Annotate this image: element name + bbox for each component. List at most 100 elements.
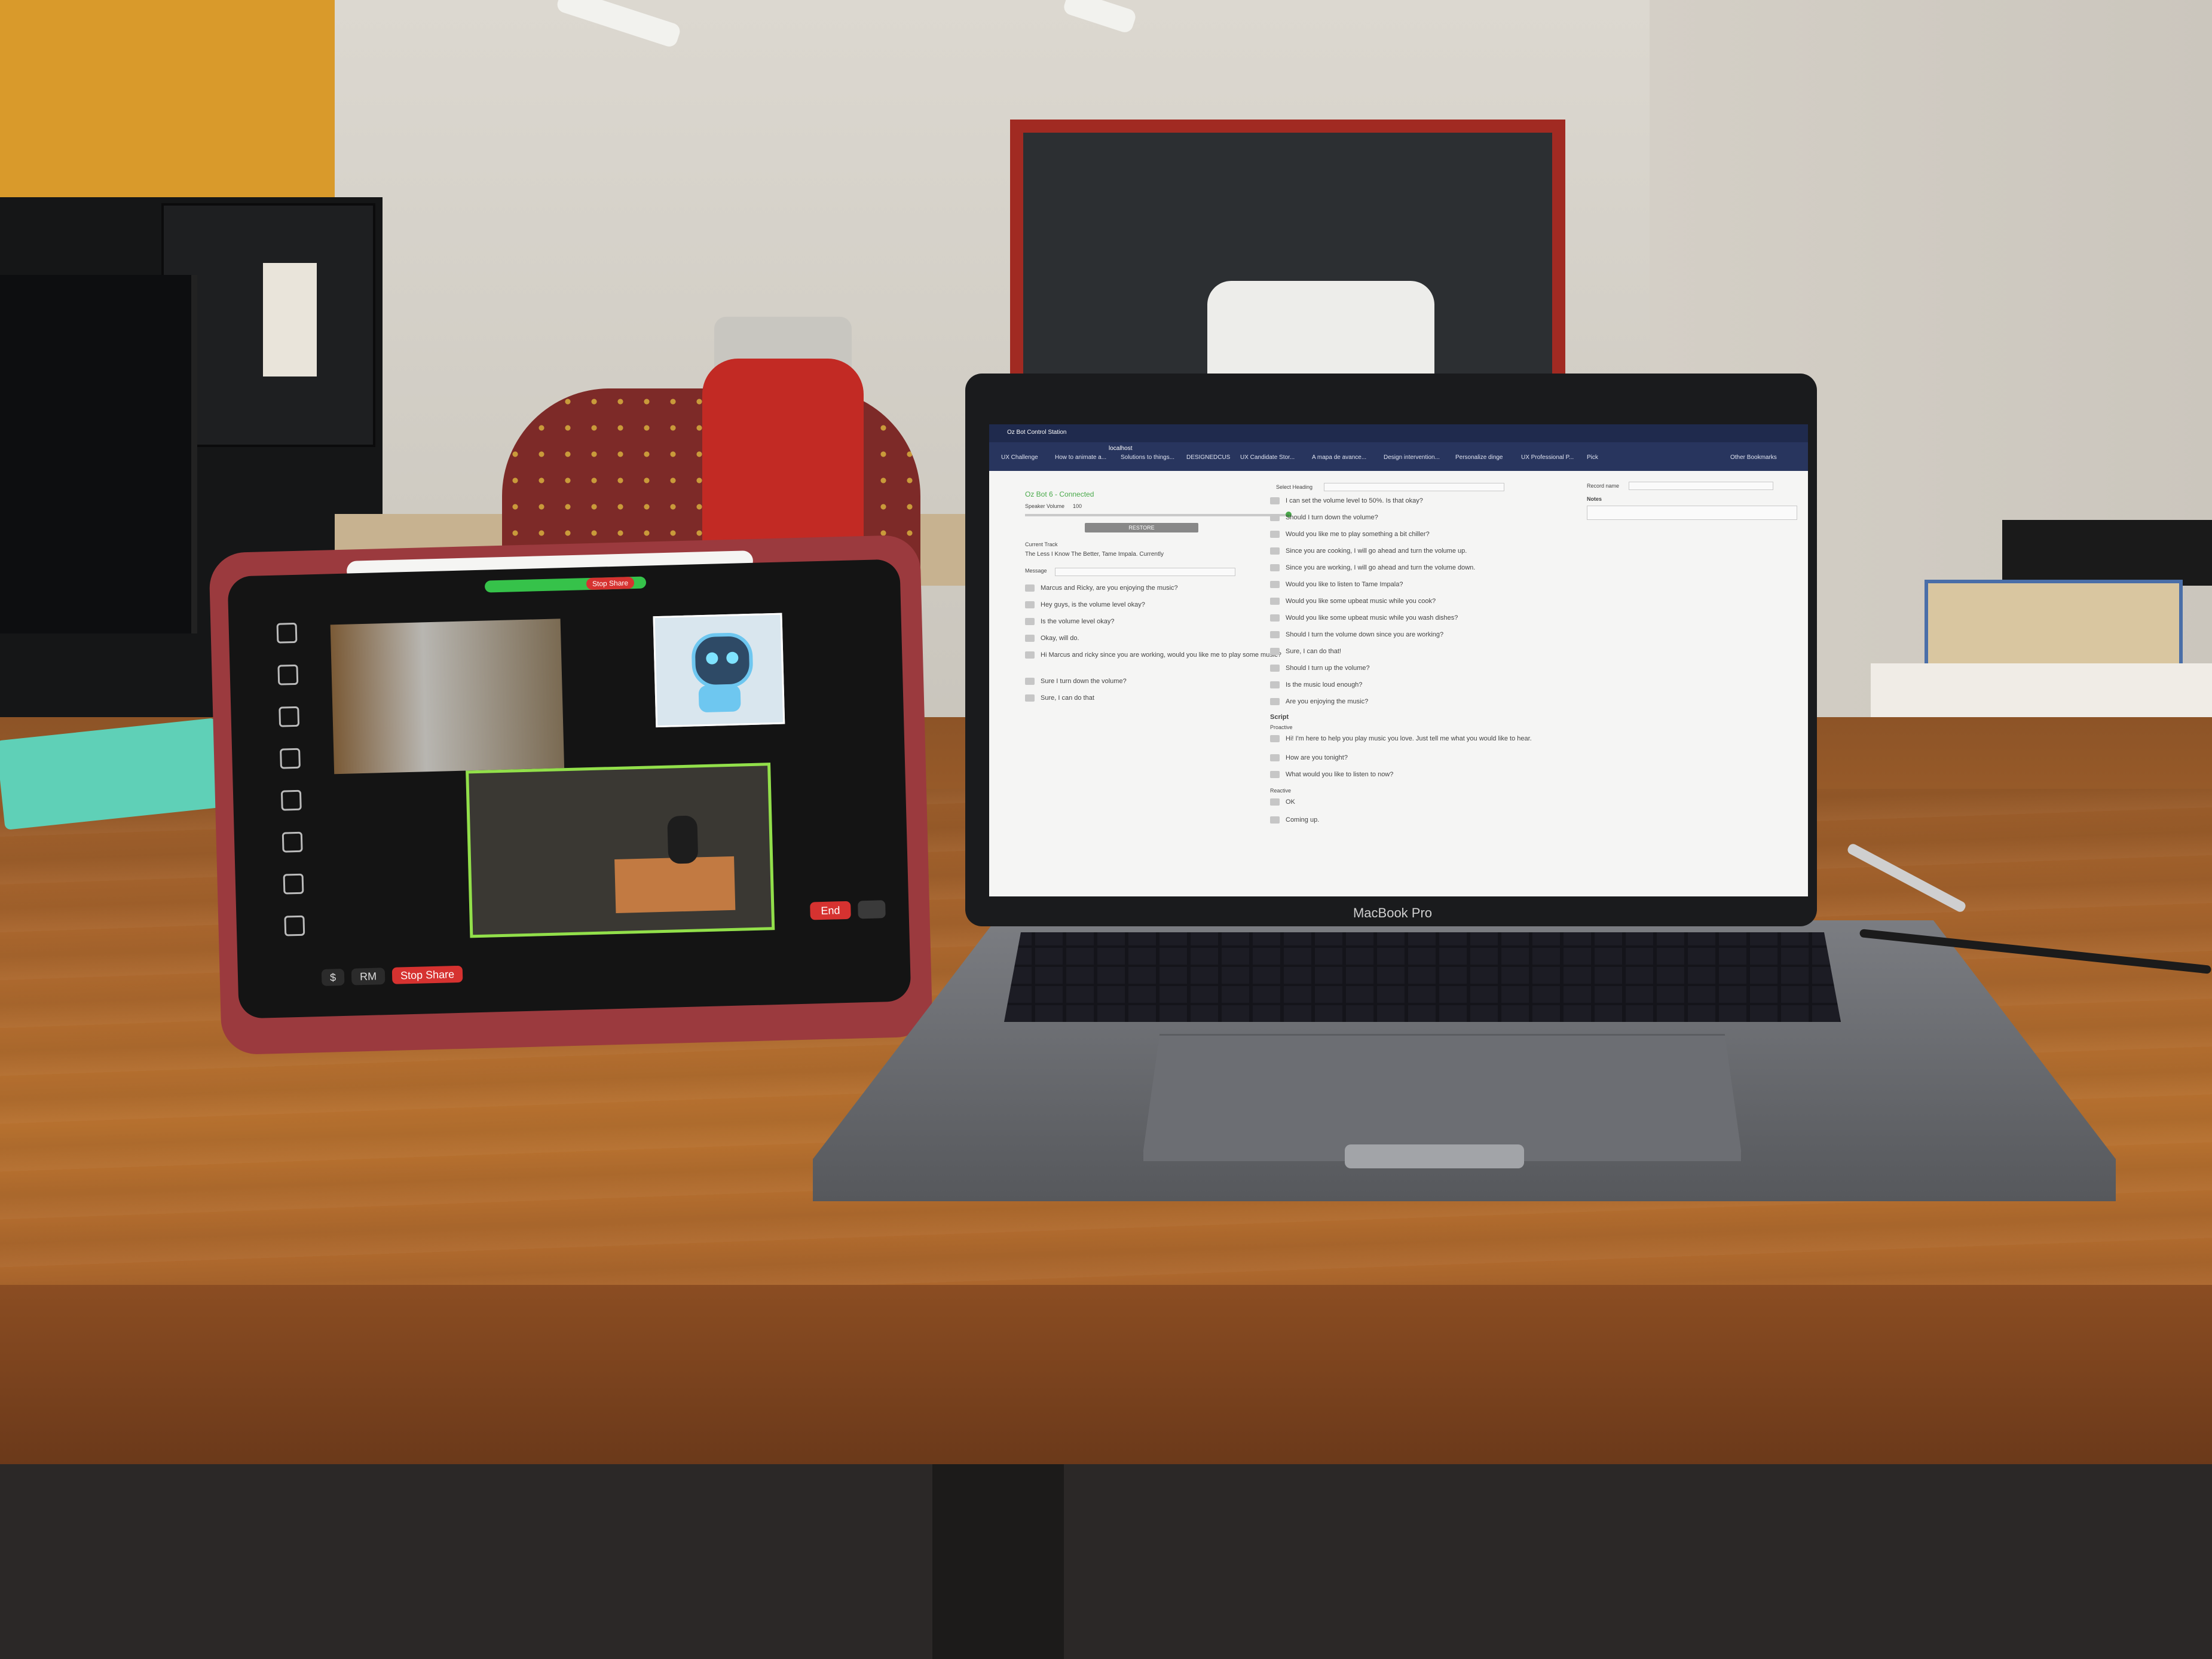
bookmark[interactable]: UX Candidate Stor... (1240, 454, 1295, 463)
send-button[interactable] (1270, 497, 1280, 504)
send-button[interactable] (1025, 584, 1035, 592)
send-button[interactable] (1270, 754, 1280, 761)
utterance-row[interactable]: How are you tonight? (1270, 754, 1348, 761)
bookmark[interactable]: Personalize dinge (1455, 454, 1503, 463)
browser-chrome: Oz Bot Control Station localhost UX Chal… (989, 424, 1808, 471)
script-heading: Script (1270, 714, 1289, 721)
bookmark[interactable]: Design intervention... (1384, 454, 1440, 463)
bookmark[interactable]: Other Bookmarks (1730, 454, 1777, 463)
send-button[interactable] (1270, 665, 1280, 672)
utterance-row[interactable]: Is the music loud enough? (1270, 681, 1362, 688)
utterance-row[interactable]: Would you like to listen to Tame Impala? (1270, 581, 1403, 588)
notes-input[interactable] (1587, 506, 1797, 520)
utterance-row[interactable]: Would you like some upbeat music while y… (1270, 614, 1458, 622)
stop-share-button[interactable]: Stop Share (391, 965, 463, 984)
utterance-row[interactable]: Sure, I can do that! (1270, 648, 1341, 655)
bookmark[interactable]: How to animate a... (1055, 454, 1106, 463)
send-button[interactable] (1270, 614, 1280, 622)
utterance-row[interactable]: Hi! I'm here to help you play music you … (1270, 735, 1532, 742)
utterance-row[interactable]: Should I turn down the volume? (1270, 514, 1378, 521)
utterance-row[interactable]: Sure I turn down the volume? (1025, 678, 1127, 685)
bookmark[interactable]: UX Professional P... (1521, 454, 1574, 463)
send-button[interactable] (1270, 514, 1280, 521)
toolbar-icon[interactable] (280, 748, 301, 769)
utterance-row[interactable]: Are you enjoying the music? (1270, 698, 1368, 705)
utterance-text: Would you like me to play something a bi… (1286, 531, 1430, 538)
address-bar[interactable]: localhost (1109, 445, 1132, 452)
utterance-row[interactable]: Hey guys, is the volume level okay? (1025, 601, 1145, 608)
volume-slider[interactable] (1025, 514, 1288, 516)
bookmark[interactable]: Pick (1587, 454, 1598, 463)
send-button[interactable] (1270, 564, 1280, 571)
send-button[interactable] (1270, 798, 1280, 806)
utterance-row[interactable]: Hi Marcus and ricky since you are workin… (1025, 651, 1281, 659)
send-button[interactable] (1270, 631, 1280, 638)
send-button[interactable] (1025, 601, 1035, 608)
trackpad[interactable] (1142, 1034, 1743, 1163)
send-button[interactable] (1025, 678, 1035, 685)
share-stop-button[interactable]: Stop Share (586, 577, 635, 590)
utterance-row[interactable]: Since you are working, I will go ahead a… (1270, 564, 1475, 571)
utterance-row[interactable]: Sure, I can do that (1025, 694, 1094, 702)
utterance-row[interactable]: What would you like to listen to now? (1270, 771, 1393, 778)
utterance-text: Are you enjoying the music? (1286, 698, 1369, 705)
utterance-row[interactable]: Okay, will do. (1025, 635, 1079, 642)
cardboard-box (1925, 580, 2183, 677)
heading-select[interactable] (1324, 483, 1504, 491)
restore-button[interactable]: RESTORE (1085, 523, 1198, 532)
notes-label: Notes (1587, 496, 1602, 502)
send-button[interactable] (1270, 681, 1280, 688)
bookmark[interactable]: Solutions to things... (1121, 454, 1174, 463)
send-button[interactable] (1270, 581, 1280, 588)
fridge-sticker (263, 263, 317, 377)
keyboard[interactable] (1004, 932, 1841, 1022)
utterance-text: OK (1286, 798, 1295, 806)
utterance-row[interactable]: Coming up. (1270, 816, 1319, 824)
proactive-heading: Proactive (1270, 724, 1293, 730)
send-button[interactable] (1270, 547, 1280, 555)
audio-button[interactable]: $ (321, 968, 345, 986)
toolbar-icon[interactable] (277, 664, 299, 685)
send-button[interactable] (1270, 771, 1280, 778)
send-button[interactable] (1270, 531, 1280, 538)
utterance-row[interactable]: I can set the volume level to 50%. Is th… (1270, 497, 1423, 504)
send-button[interactable] (1025, 694, 1035, 702)
annotation-toolbar (276, 622, 310, 958)
utterance-row[interactable]: Is the volume level okay? (1025, 618, 1115, 625)
utterance-text: Should I turn up the volume? (1286, 665, 1370, 672)
utterance-row[interactable]: Would you like me to play something a bi… (1270, 531, 1430, 538)
browser-tab-strip: Oz Bot Control Station (989, 424, 1808, 442)
utterance-row[interactable]: Since you are cooking, I will go ahead a… (1270, 547, 1467, 555)
send-button[interactable] (1270, 648, 1280, 655)
utterance-row[interactable]: OK (1270, 798, 1295, 806)
toolbar-icon[interactable] (284, 915, 305, 936)
end-button[interactable]: End (810, 901, 851, 920)
send-button[interactable] (1025, 651, 1035, 659)
send-button[interactable] (1025, 618, 1035, 625)
toolbar-icon[interactable] (280, 789, 302, 811)
bookmark[interactable]: DESIGNEDCUS (1186, 454, 1230, 463)
send-button[interactable] (1270, 735, 1280, 742)
bookmark[interactable]: A mapa de avance... (1312, 454, 1366, 463)
message-input[interactable] (1055, 568, 1235, 576)
undo-icon[interactable] (283, 873, 304, 895)
toolbar-icon[interactable] (276, 622, 298, 644)
send-button[interactable] (1025, 635, 1035, 642)
more-button[interactable] (858, 900, 886, 919)
video-button[interactable]: RM (351, 968, 386, 985)
bookmark[interactable]: UX Challenge (1001, 454, 1038, 463)
send-button[interactable] (1270, 816, 1280, 824)
toolbar-icon[interactable] (279, 706, 300, 727)
utterance-row[interactable]: Would you like some upbeat music while y… (1270, 598, 1436, 605)
utterance-row[interactable]: Marcus and Ricky, are you enjoying the m… (1025, 584, 1178, 592)
record-name-input[interactable] (1629, 482, 1773, 490)
browser-tab[interactable]: Oz Bot Control Station (1007, 429, 1067, 436)
send-button[interactable] (1270, 598, 1280, 605)
utterance-text: Sure I turn down the volume? (1041, 678, 1127, 685)
laptop-screen: Oz Bot Control Station localhost UX Chal… (989, 424, 1808, 896)
utterance-row[interactable]: Should I turn up the volume? (1270, 665, 1370, 672)
utterance-row[interactable]: Should I turn the volume down since you … (1270, 631, 1443, 638)
toolbar-icon[interactable] (282, 831, 303, 853)
lamp-reflection (1207, 281, 1434, 388)
send-button[interactable] (1270, 698, 1280, 705)
